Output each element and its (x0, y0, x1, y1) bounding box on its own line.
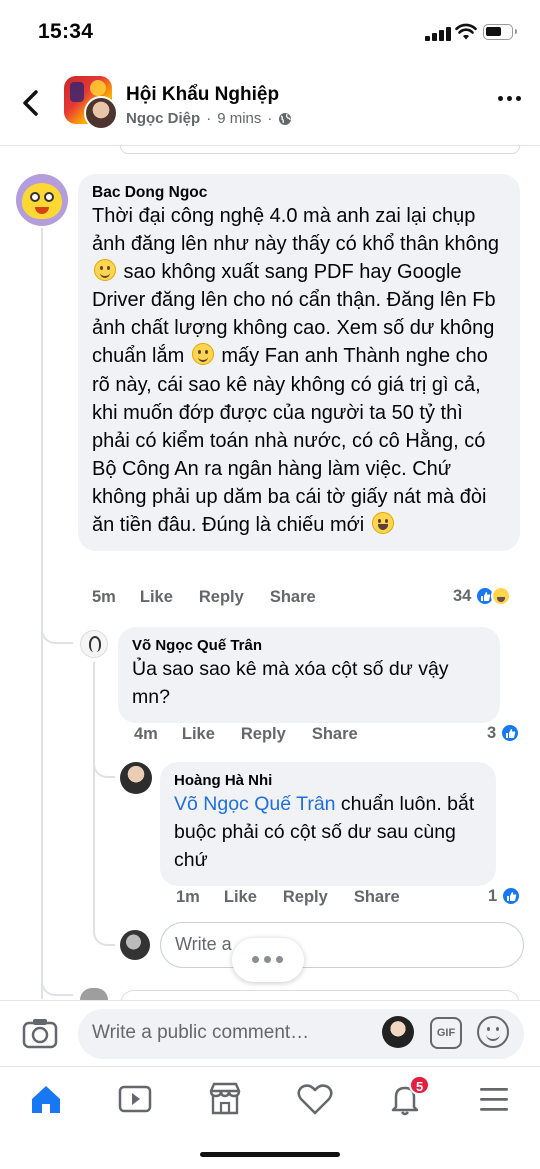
reaction-summary[interactable]: 3 (487, 723, 521, 743)
mention-link[interactable]: Võ Ngọc Quế Trân (174, 793, 336, 815)
like-button[interactable]: Like (182, 725, 215, 744)
commenter-name[interactable]: Hoàng Hà Nhi (174, 772, 482, 789)
wifi-icon (455, 23, 477, 40)
comment-actions: 1m Like Reply Share (176, 888, 426, 907)
more-options-icon[interactable] (498, 96, 522, 104)
smile-emoji-icon (191, 343, 214, 366)
status-time: 15:34 (38, 20, 94, 43)
reply-button[interactable]: Reply (241, 725, 286, 744)
signal-icon (425, 26, 451, 41)
commenter-avatar[interactable] (80, 630, 108, 658)
thread-connector (41, 610, 73, 644)
comment-text: Thời đại công nghệ 4.0 mà anh zai lại ch… (92, 205, 500, 537)
thread-connector (41, 974, 73, 996)
home-indicator (200, 1152, 340, 1157)
globe-icon (279, 112, 292, 125)
bottom-tab-bar: 5 (0, 1066, 540, 1136)
comment-text: Ủa sao sao kê mà xóa cột số dư vậy mn? (132, 658, 449, 708)
dating-heart-icon[interactable] (293, 1079, 337, 1119)
more-replies-icon[interactable] (232, 938, 304, 982)
smile-emoji-icon (94, 259, 116, 282)
commenter-name[interactable]: Võ Ngọc Quế Trân (132, 637, 486, 654)
notifications-tab[interactable]: 5 (383, 1075, 431, 1119)
like-reaction-icon (501, 886, 522, 906)
previous-comment-edge (120, 146, 520, 154)
battery-icon (483, 24, 517, 40)
sticker-icon[interactable] (477, 1016, 509, 1048)
thread-connector (93, 748, 115, 778)
laughing-emoji-icon (371, 512, 394, 535)
comment-actions: 5m Like Reply Share (92, 588, 342, 607)
marketplace-icon[interactable] (203, 1079, 247, 1119)
reply-button[interactable]: Reply (199, 588, 244, 607)
commenter-avatar[interactable] (120, 762, 152, 794)
camera-icon[interactable] (22, 1017, 58, 1049)
group-name[interactable]: Hội Khẩu Nghiệp (126, 84, 279, 106)
reaction-summary[interactable]: 34 (453, 586, 512, 606)
like-button[interactable]: Like (224, 888, 257, 907)
reply-bubble[interactable]: Hoàng Hà Nhi Võ Ngọc Quế Trân chuẩn luôn… (160, 762, 496, 886)
post-time: 9 mins (217, 110, 262, 127)
commenter-avatar[interactable] (80, 988, 108, 1000)
reaction-summary[interactable]: 1 (488, 886, 522, 906)
menu-icon[interactable] (472, 1079, 516, 1119)
share-button[interactable]: Share (354, 888, 400, 907)
haha-reaction-icon (491, 586, 512, 606)
commenter-name[interactable]: Bac Dong Ngoc (92, 184, 506, 202)
thread-line (93, 662, 95, 912)
comment-time: 1m (176, 888, 200, 906)
comment-bubble[interactable]: Bac Dong Ngoc Thời đại công nghệ 4.0 mà … (78, 174, 520, 552)
comment-actions: 4m Like Reply Share (134, 725, 384, 744)
commenter-avatar[interactable] (16, 174, 68, 226)
watch-icon[interactable] (113, 1079, 157, 1119)
reply-input[interactable]: Write a (160, 922, 524, 968)
reply-button[interactable]: Reply (283, 888, 328, 907)
my-avatar (120, 930, 150, 960)
home-icon[interactable] (24, 1079, 68, 1119)
post-author[interactable]: Ngọc Diệp (126, 110, 200, 127)
thread-connector (93, 912, 115, 946)
notification-badge: 5 (409, 1075, 431, 1095)
share-button[interactable]: Share (312, 725, 358, 744)
reaction-count: 34 (453, 586, 472, 605)
reaction-count: 3 (487, 723, 497, 742)
gif-button[interactable]: GIF (430, 1017, 462, 1049)
comment-text: Võ Ngọc Quế Trân chuẩn luôn. bắt buộc ph… (174, 793, 475, 871)
share-button[interactable]: Share (270, 588, 316, 607)
comment-time: 5m (92, 588, 116, 606)
reaction-count: 1 (488, 886, 498, 905)
meta-separator: · (206, 110, 212, 127)
like-reaction-icon (500, 723, 521, 743)
post-header: Hội Khẩu Nghiệp Ngọc Diệp · 9 mins · (0, 64, 540, 146)
author-avatar[interactable] (84, 96, 118, 130)
status-bar: 15:34 (0, 0, 540, 64)
post-meta: Ngọc Diệp · 9 mins · (126, 110, 292, 127)
meta-separator: · (267, 110, 273, 127)
comment-time: 4m (134, 725, 158, 743)
my-avatar[interactable] (382, 1016, 414, 1048)
back-arrow-icon[interactable] (16, 86, 46, 120)
reply-bubble[interactable]: Võ Ngọc Quế Trân Ủa sao sao kê mà xóa cộ… (118, 627, 500, 723)
like-button[interactable]: Like (140, 588, 173, 607)
